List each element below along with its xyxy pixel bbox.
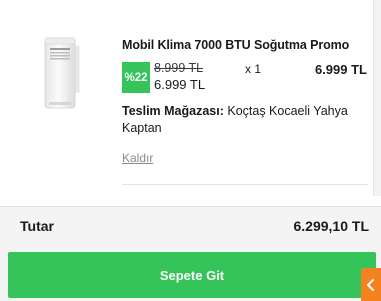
product-image[interactable] — [37, 36, 85, 112]
store-label: Teslim Mağazası: — [122, 104, 224, 118]
summary-divider — [0, 206, 381, 207]
product-title[interactable]: Mobil Klima 7000 BTU Soğutma Promo — [122, 38, 368, 52]
new-price: 6.999 TL — [154, 77, 206, 92]
total-label: Tutar — [20, 218, 54, 234]
remove-link[interactable]: Kaldır — [122, 151, 153, 165]
chevron-left-icon — [367, 278, 374, 291]
total-value: 6.299,10 TL — [293, 218, 370, 234]
discount-badge: %22 — [122, 62, 150, 93]
line-total: 6.999 TL — [314, 62, 367, 77]
cart-summary: Tutar 6.299,10 TL Sepete Git — [0, 206, 381, 301]
cart-page: Mobil Klima 7000 BTU Soğutma Promo %22 8… — [0, 0, 381, 301]
old-price: 8.999 TL — [154, 61, 204, 75]
delivery-store: Teslim Mağazası: Koçtaş Kocaeli Yahya Ka… — [122, 103, 372, 137]
go-to-cart-button[interactable]: Sepete Git — [8, 252, 376, 298]
quantity: x 1 — [245, 62, 262, 76]
scrollbar[interactable] — [373, 0, 381, 196]
divider — [122, 184, 368, 185]
cart-item: Mobil Klima 7000 BTU Soğutma Promo %22 8… — [0, 0, 373, 196]
portable-air-conditioner-icon — [44, 37, 80, 109]
side-tab[interactable] — [361, 268, 381, 301]
